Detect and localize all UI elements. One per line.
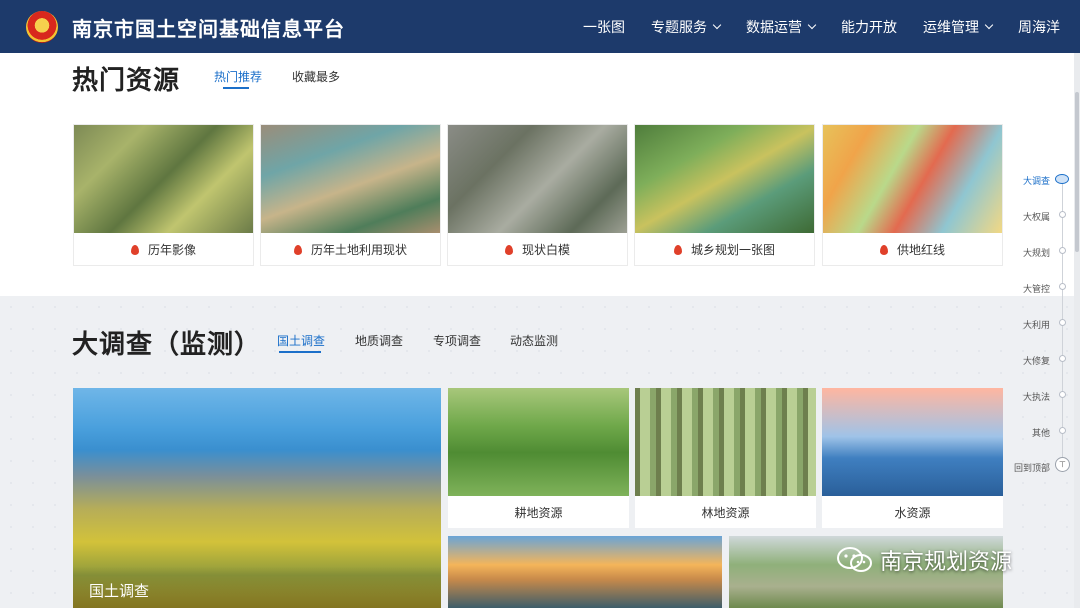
rail-item-other[interactable]: 其他 bbox=[1032, 426, 1050, 439]
resource-card-land-use-status[interactable]: 历年土地利用现状 bbox=[260, 124, 441, 266]
flame-icon bbox=[293, 244, 302, 255]
tab-land-survey[interactable]: 国土调查 bbox=[277, 332, 325, 349]
tab-hot-recommend[interactable]: 热门推荐 bbox=[214, 68, 262, 85]
rail-dot bbox=[1059, 211, 1066, 218]
rail-dot bbox=[1059, 247, 1066, 254]
nav-item-label: 能力开放 bbox=[841, 19, 897, 36]
back-to-top-icon[interactable]: ⊤ bbox=[1055, 457, 1070, 472]
hot-resources-title: 热门资源 bbox=[72, 66, 181, 96]
featured-card-label: 国土调查 bbox=[73, 566, 441, 608]
rail-dot-active bbox=[1055, 174, 1069, 184]
card-thumbnail bbox=[74, 125, 253, 233]
survey-card-forest[interactable]: 林地资源 bbox=[635, 388, 816, 528]
resource-card-urban-rural-plan[interactable]: 城乡规划一张图 bbox=[634, 124, 815, 266]
rail-dot bbox=[1059, 319, 1066, 326]
scrollbar-thumb[interactable] bbox=[1075, 92, 1079, 252]
rail-dot bbox=[1059, 427, 1066, 434]
card-label: 林地资源 bbox=[701, 505, 750, 520]
flame-icon bbox=[130, 244, 139, 255]
card-label: 耕地资源 bbox=[514, 505, 563, 520]
rail-dot bbox=[1059, 283, 1066, 290]
nav-item-map[interactable]: 一张图 bbox=[583, 17, 625, 37]
app-title: 南京市国土空间基础信息平台 bbox=[72, 17, 345, 41]
main-nav: 一张图 专题服务 数据运营 能力开放 运维管理 周海洋 bbox=[557, 0, 1060, 53]
active-tab-indicator bbox=[223, 87, 249, 89]
rail-item-planning[interactable]: 大规划 bbox=[1023, 246, 1050, 259]
card-thumbnail bbox=[448, 125, 627, 233]
card-label: 历年影像 bbox=[147, 243, 196, 257]
nav-item-ops-management[interactable]: 运维管理 bbox=[923, 17, 994, 37]
chevron-down-icon bbox=[984, 20, 994, 29]
nav-item-data-operations[interactable]: 数据运营 bbox=[746, 17, 817, 37]
national-emblem-icon bbox=[26, 11, 58, 43]
nav-item-label: 一张图 bbox=[583, 19, 625, 36]
card-label: 城乡规划一张图 bbox=[690, 243, 775, 257]
top-navbar: 南京市国土空间基础信息平台 一张图 专题服务 数据运营 能力开放 运维管理 周海… bbox=[0, 0, 1080, 53]
survey-title: 大调查（监测） bbox=[72, 330, 262, 360]
resource-card-historical-imagery[interactable]: 历年影像 bbox=[73, 124, 254, 266]
wechat-icon bbox=[837, 547, 872, 572]
card-thumbnail bbox=[823, 125, 1002, 233]
tab-dynamic-monitoring[interactable]: 动态监测 bbox=[510, 332, 558, 349]
card-thumbnail bbox=[261, 125, 440, 233]
user-name[interactable]: 周海洋 bbox=[1018, 17, 1060, 37]
active-tab-indicator bbox=[279, 351, 321, 353]
rail-item-restoration[interactable]: 大修复 bbox=[1023, 354, 1050, 367]
chevron-down-icon bbox=[807, 20, 817, 29]
card-label: 水资源 bbox=[894, 505, 931, 520]
rail-item-control[interactable]: 大管控 bbox=[1023, 282, 1050, 295]
rail-item-survey[interactable]: 大调查 bbox=[1023, 174, 1050, 187]
flame-icon bbox=[673, 244, 682, 255]
rail-item-back-to-top[interactable]: 回到顶部 bbox=[1014, 461, 1050, 474]
card-thumbnail bbox=[448, 388, 629, 496]
tab-special-survey[interactable]: 专项调查 bbox=[433, 332, 481, 349]
nav-item-label: 数据运营 bbox=[746, 19, 802, 36]
card-label: 供地红线 bbox=[896, 243, 945, 257]
rail-item-ownership[interactable]: 大权属 bbox=[1023, 210, 1050, 223]
tab-most-favorited[interactable]: 收藏最多 bbox=[292, 68, 340, 85]
nav-item-thematic-services[interactable]: 专题服务 bbox=[651, 17, 722, 37]
featured-survey-card[interactable]: 国土调查 bbox=[73, 388, 441, 608]
rail-dot bbox=[1059, 391, 1066, 398]
watermark-text: 南京规划资源 bbox=[880, 550, 1013, 575]
nav-item-label: 运维管理 bbox=[923, 19, 979, 36]
flame-icon bbox=[879, 244, 888, 255]
survey-card-farmland[interactable]: 耕地资源 bbox=[448, 388, 629, 528]
card-thumbnail bbox=[635, 388, 816, 496]
rail-item-utilization[interactable]: 大利用 bbox=[1023, 318, 1050, 331]
flame-icon bbox=[504, 244, 513, 255]
chevron-down-icon bbox=[712, 20, 722, 29]
nav-item-capability-open[interactable]: 能力开放 bbox=[841, 17, 897, 37]
tab-geological-survey[interactable]: 地质调查 bbox=[355, 332, 403, 349]
survey-tile-river-sunset[interactable] bbox=[448, 536, 722, 608]
card-thumbnail bbox=[635, 125, 814, 233]
nav-item-label: 专题服务 bbox=[651, 19, 707, 36]
card-label: 历年土地利用现状 bbox=[310, 243, 407, 257]
card-thumbnail bbox=[822, 388, 1003, 496]
resource-card-land-supply-redline[interactable]: 供地红线 bbox=[822, 124, 1003, 266]
survey-card-water[interactable]: 水资源 bbox=[822, 388, 1003, 528]
watermark: 南京规划资源 bbox=[836, 544, 1012, 576]
card-label: 现状白模 bbox=[521, 243, 570, 257]
rail-dot bbox=[1059, 355, 1066, 362]
resource-card-white-model[interactable]: 现状白模 bbox=[447, 124, 628, 266]
rail-item-enforcement[interactable]: 大执法 bbox=[1023, 390, 1050, 403]
